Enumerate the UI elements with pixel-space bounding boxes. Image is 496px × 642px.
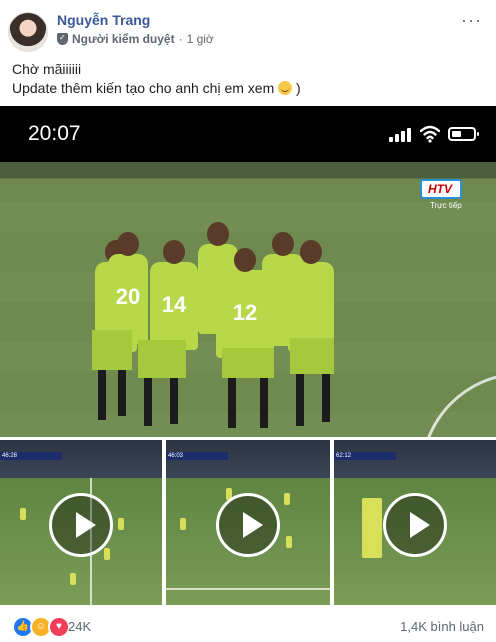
- avatar[interactable]: [8, 12, 48, 52]
- video-thumbnail-2[interactable]: 46:03: [166, 440, 330, 605]
- video-3-score: 62:12: [334, 452, 396, 460]
- post-meta: Người kiểm duyệt · 1 giờ: [57, 32, 214, 46]
- love-reaction-icon: ♥: [48, 616, 70, 638]
- phone-clock: 20:07: [28, 122, 81, 145]
- more-options-icon[interactable]: ···: [461, 10, 482, 31]
- play-button-icon[interactable]: [49, 492, 113, 557]
- post-time[interactable]: 1 giờ: [187, 32, 214, 46]
- broadcaster-sub: Trực tiếp: [430, 201, 462, 210]
- reaction-count[interactable]: 24K: [68, 619, 91, 634]
- post-text-line-2-body: Update thêm kiến tạo cho anh chị em xem: [12, 80, 275, 96]
- signal-icon: [389, 128, 413, 142]
- jersey-number: 14: [161, 292, 187, 317]
- post-text: Chờ mãiiiiii Update thêm kiến tạo cho an…: [12, 60, 301, 98]
- post-photo[interactable]: HTV Trực tiếp 20 14 12: [0, 162, 496, 437]
- author-name[interactable]: Nguyễn Trang: [57, 12, 150, 28]
- author-role: Người kiểm duyệt: [72, 32, 175, 46]
- video-thumbnail-3[interactable]: 62:12: [334, 440, 496, 605]
- jersey-number: 20: [115, 284, 141, 309]
- battery-icon: [448, 127, 479, 141]
- comments-count[interactable]: 1,4K bình luận: [400, 619, 484, 634]
- player-figure: 14: [150, 240, 198, 350]
- post-text-line-2: Update thêm kiến tạo cho anh chị em xem …: [12, 79, 301, 98]
- video-thumbnail-1[interactable]: 46:28: [0, 440, 162, 605]
- video-1-score: 46:28: [0, 452, 62, 460]
- smiling-emoji-icon: [278, 81, 293, 95]
- post-text-line-2-end: ): [296, 80, 301, 96]
- meta-separator: ·: [178, 32, 183, 46]
- video-2-score: 46:03: [166, 452, 228, 460]
- jersey-number: 12: [232, 300, 258, 325]
- play-button-icon[interactable]: [216, 492, 280, 557]
- pitch-circle-line: [420, 372, 496, 437]
- play-button-icon[interactable]: [383, 492, 447, 557]
- post-header: Nguyễn Trang Người kiểm duyệt · 1 giờ ··…: [0, 0, 496, 56]
- reaction-icons[interactable]: 👍 ☺ ♥: [12, 616, 70, 638]
- post-footer: 👍 ☺ ♥ 24K 1,4K bình luận: [0, 610, 496, 642]
- wifi-icon: [420, 125, 440, 143]
- phone-status-bar: 20:07: [0, 106, 496, 162]
- post-text-line-1: Chờ mãiiiiii: [12, 61, 82, 77]
- broadcaster-name: HTV: [420, 179, 462, 199]
- moderator-shield-icon: [57, 33, 68, 45]
- player-figure: 12: [216, 248, 274, 358]
- broadcaster-logo: HTV Trực tiếp: [420, 179, 462, 210]
- video-thumbnails: 46:28 46:03 62:12: [0, 440, 496, 605]
